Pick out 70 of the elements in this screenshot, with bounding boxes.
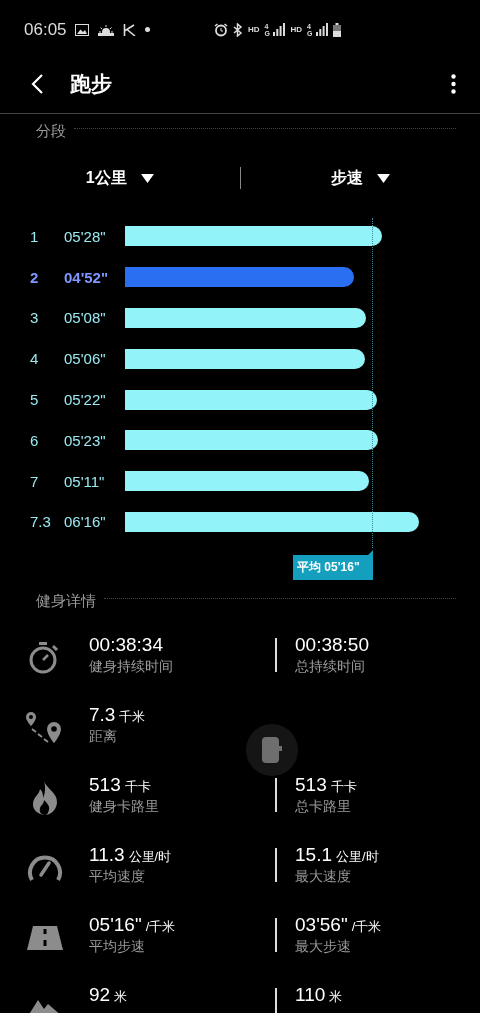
dropdown-caret-icon: [140, 173, 154, 183]
notification-dot-icon: [144, 27, 150, 32]
section-title: 分段: [36, 121, 66, 141]
dropdown-button[interactable]: 步速: [240, 161, 480, 195]
split-pace: 05'28": [64, 227, 107, 245]
stat-value: 110 米: [295, 984, 344, 1006]
stat-value: 11.3 公里/时: [89, 844, 173, 866]
split-number: 1: [30, 227, 40, 245]
pace-bar[interactable]: [125, 348, 365, 369]
more-icon: [451, 74, 456, 94]
floating-watch-button[interactable]: [246, 724, 298, 776]
speedometer-icon: [26, 854, 63, 882]
pace-bar[interactable]: [125, 471, 369, 492]
stat-value: 92 米: [89, 984, 129, 1006]
stat-value: 00:38:50: [295, 634, 370, 656]
route-icon: [25, 712, 64, 744]
stat-label: 健身卡路里: [89, 798, 160, 816]
split-pace: 05'23": [64, 431, 107, 449]
split-pace: 06'16": [64, 513, 107, 531]
split-number: 7.3: [30, 513, 52, 531]
k-icon: [122, 23, 136, 36]
stat-value: 03'56" /千米: [295, 914, 383, 936]
pace-bar[interactable]: [125, 511, 419, 532]
signal-icon: [273, 23, 286, 36]
road-icon: [26, 926, 63, 950]
split-number: 6: [30, 431, 40, 449]
stat-label: 平均速度: [89, 868, 146, 886]
watch-icon: [262, 737, 282, 763]
stat-label: 最大步速: [295, 938, 352, 956]
split-number: 7: [30, 472, 40, 490]
split-pace: 04'52": [64, 268, 110, 286]
alarm-icon: [213, 22, 228, 37]
split-number: 2: [30, 268, 40, 286]
stat-label: 总持续时间: [295, 658, 366, 676]
stat-value: 513 千卡: [295, 774, 358, 796]
split-pace: 05'11": [64, 472, 106, 490]
stat-value: 15.1 公里/时: [295, 844, 380, 866]
stat-value: 00:38:34: [89, 634, 164, 656]
stat-label: 总卡路里: [295, 798, 352, 816]
pace-bar[interactable]: [125, 389, 377, 410]
stat-label: 最大速度: [295, 868, 352, 886]
stopwatch-icon: [29, 642, 60, 674]
split-pace: 05'06": [64, 350, 107, 368]
hd-label: HD: [247, 25, 260, 34]
bluetooth-icon: [232, 22, 243, 37]
image-icon: [74, 23, 89, 36]
dropdown-caret-icon: [376, 173, 390, 183]
hd-label: HD: [290, 25, 302, 34]
stat-label: 距离: [89, 728, 118, 746]
section-title: 健身详情: [36, 591, 96, 611]
battery-icon: [333, 22, 341, 37]
stat-value: 05'16" /千米: [89, 914, 177, 936]
dropdown-button[interactable]: 1公里: [0, 161, 240, 195]
stat-label: 平均步速: [89, 938, 146, 956]
pace-bar[interactable]: [125, 226, 382, 247]
pace-bar[interactable]: [125, 430, 378, 451]
page-title: 跑步: [70, 71, 112, 97]
split-pace: 05'22": [64, 391, 107, 409]
split-number: 5: [30, 391, 40, 409]
stat-label: 健身持续时间: [89, 658, 174, 676]
signal-icon: [316, 23, 328, 36]
stat-value: 7.3 千米: [89, 704, 147, 726]
split-number: 4: [30, 350, 40, 368]
flame-icon: [31, 781, 58, 815]
average-pace-label: 平均 05'16": [293, 550, 373, 580]
stat-value: 513 千卡: [89, 774, 152, 796]
split-pace: 05'08": [64, 309, 107, 327]
clock: 06:05: [24, 19, 67, 40]
weather-icon: [97, 23, 114, 36]
split-number: 3: [30, 309, 40, 327]
